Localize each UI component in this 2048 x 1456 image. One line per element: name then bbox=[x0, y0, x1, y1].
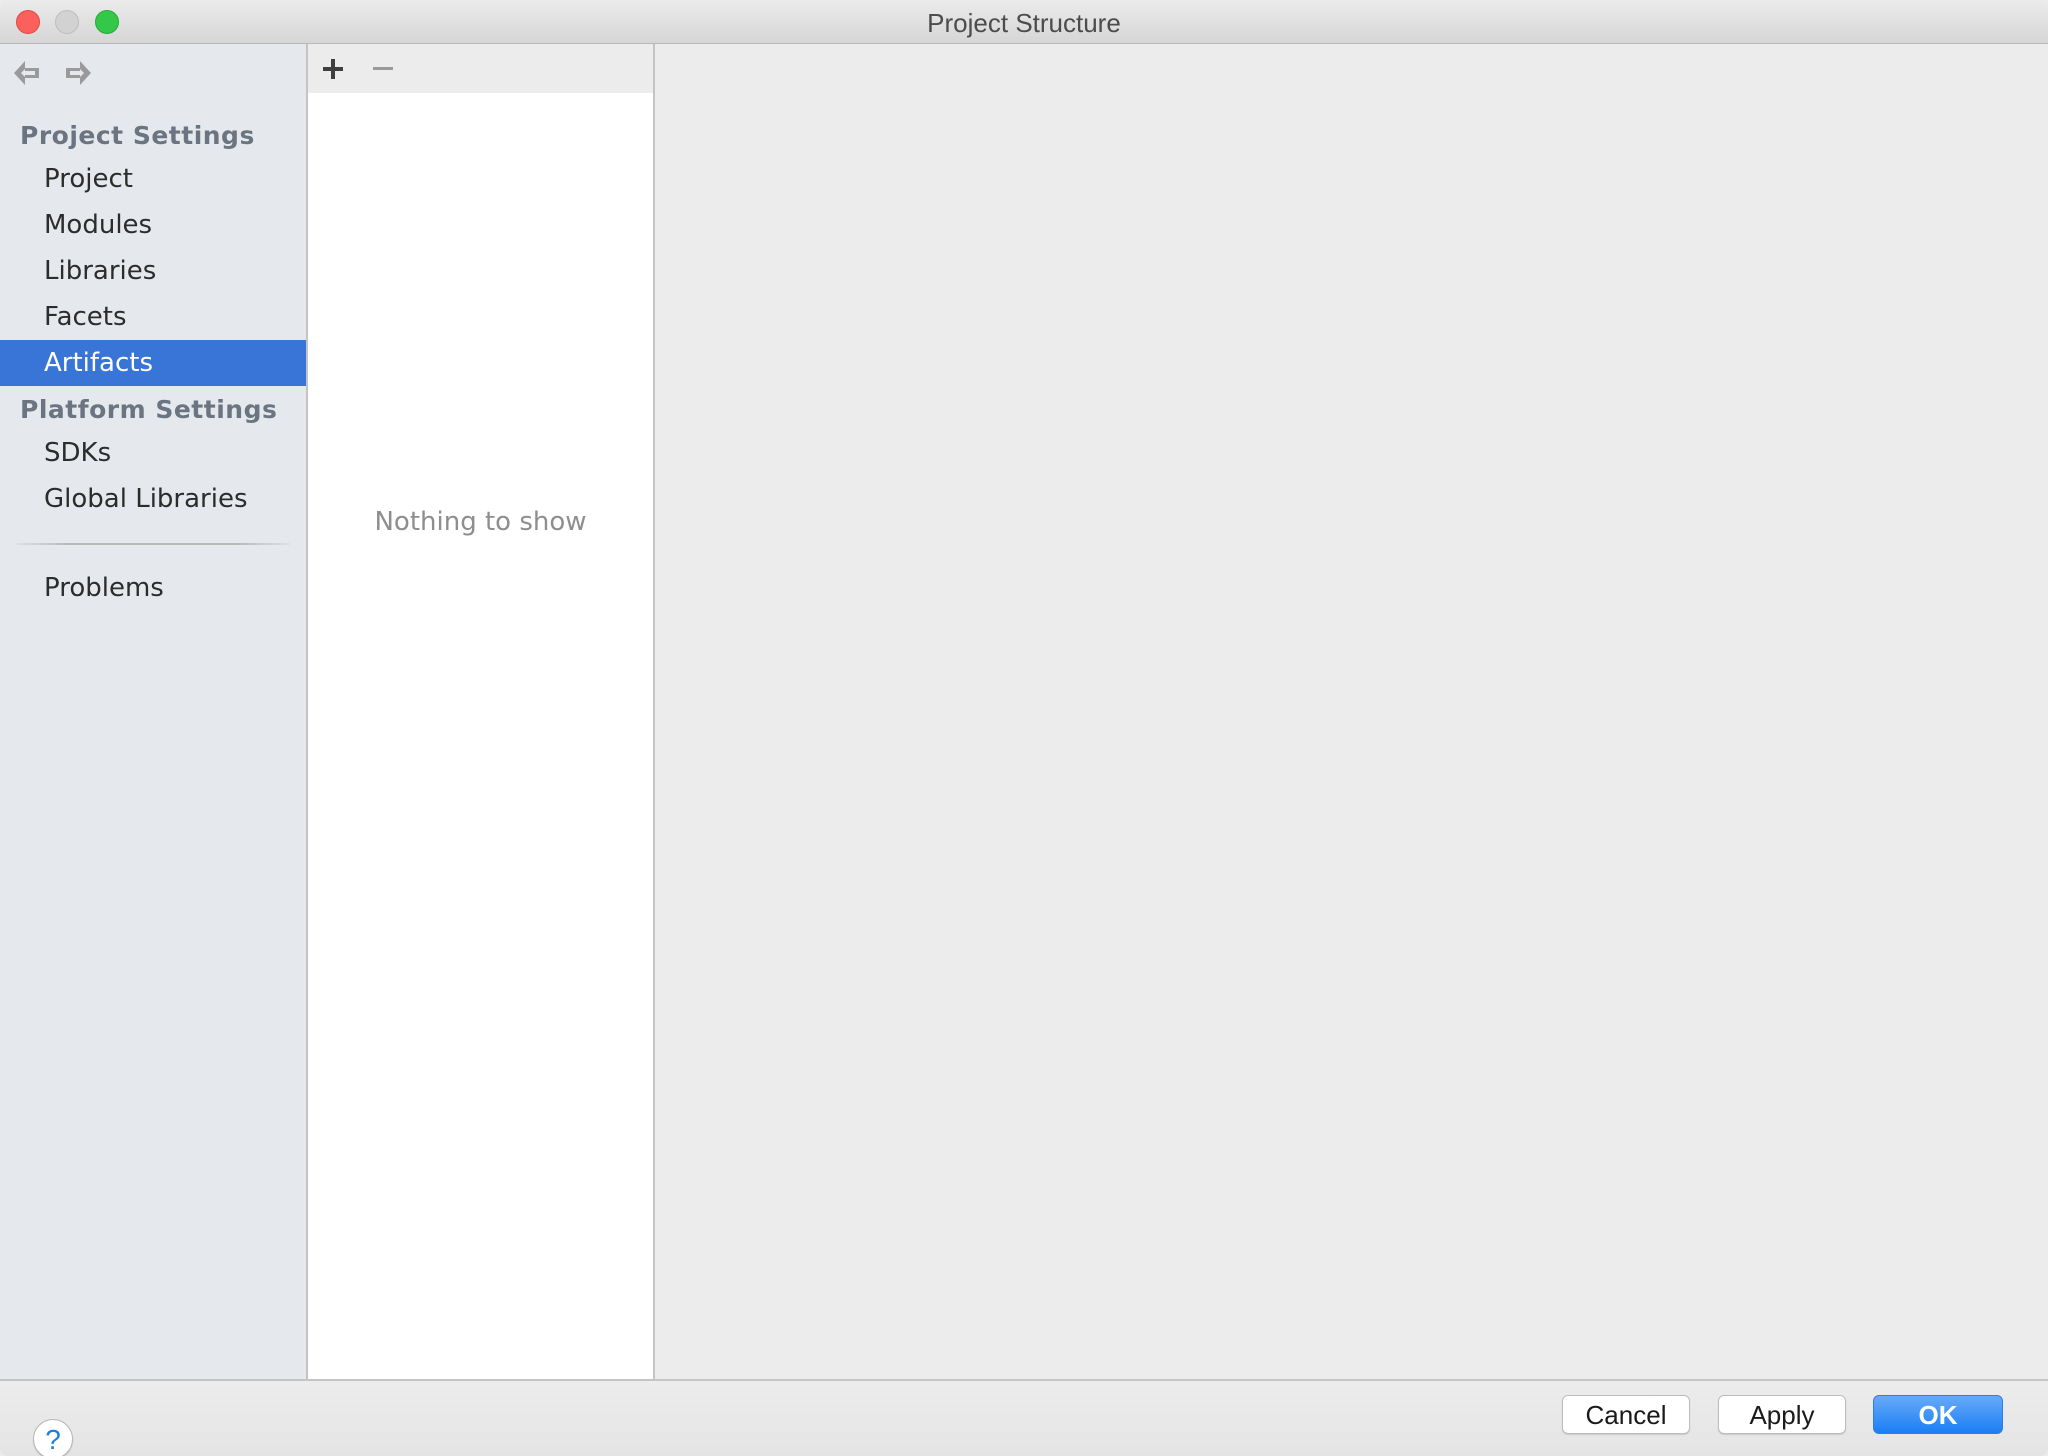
sidebar-item-project[interactable]: Project bbox=[0, 156, 306, 202]
remove-button[interactable] bbox=[370, 56, 396, 82]
sidebar-separator bbox=[16, 543, 290, 545]
section-header-platform-settings: Platform Settings bbox=[20, 395, 278, 424]
window-title: Project Structure bbox=[927, 8, 1121, 38]
add-button[interactable] bbox=[320, 56, 346, 82]
help-icon: ? bbox=[45, 1424, 61, 1455]
sidebar: Project Settings Project Modules Librari… bbox=[0, 44, 308, 1379]
details-panel bbox=[655, 44, 2048, 1379]
title-bar: Project Structure bbox=[0, 0, 2048, 44]
arrow-right-icon bbox=[66, 61, 91, 85]
list-toolbar bbox=[308, 44, 653, 93]
ok-button[interactable]: OK bbox=[1873, 1395, 2003, 1434]
sidebar-item-modules[interactable]: Modules bbox=[0, 202, 306, 248]
forward-button[interactable] bbox=[64, 60, 92, 86]
empty-list-message: Nothing to show bbox=[374, 507, 587, 537]
cancel-button[interactable]: Cancel bbox=[1562, 1395, 1690, 1434]
sidebar-item-facets[interactable]: Facets bbox=[0, 294, 306, 340]
artifacts-list-panel: Nothing to show bbox=[308, 44, 655, 1379]
sidebar-item-artifacts[interactable]: Artifacts bbox=[0, 340, 306, 386]
back-button[interactable] bbox=[13, 60, 41, 86]
minus-icon bbox=[373, 67, 393, 70]
project-structure-dialog: Project Structure Project Settings Proje… bbox=[0, 0, 2048, 1456]
sidebar-item-problems[interactable]: Problems bbox=[0, 565, 306, 611]
arrow-left-icon bbox=[14, 61, 39, 85]
apply-button[interactable]: Apply bbox=[1718, 1395, 1846, 1434]
plus-icon bbox=[323, 59, 343, 79]
sidebar-item-sdks[interactable]: SDKs bbox=[0, 430, 306, 476]
dialog-footer: ? Cancel Apply OK bbox=[0, 1379, 2048, 1456]
sidebar-item-global-libraries[interactable]: Global Libraries bbox=[0, 476, 306, 522]
sidebar-item-libraries[interactable]: Libraries bbox=[0, 248, 306, 294]
help-button[interactable]: ? bbox=[33, 1419, 73, 1456]
section-header-project-settings: Project Settings bbox=[20, 121, 255, 150]
